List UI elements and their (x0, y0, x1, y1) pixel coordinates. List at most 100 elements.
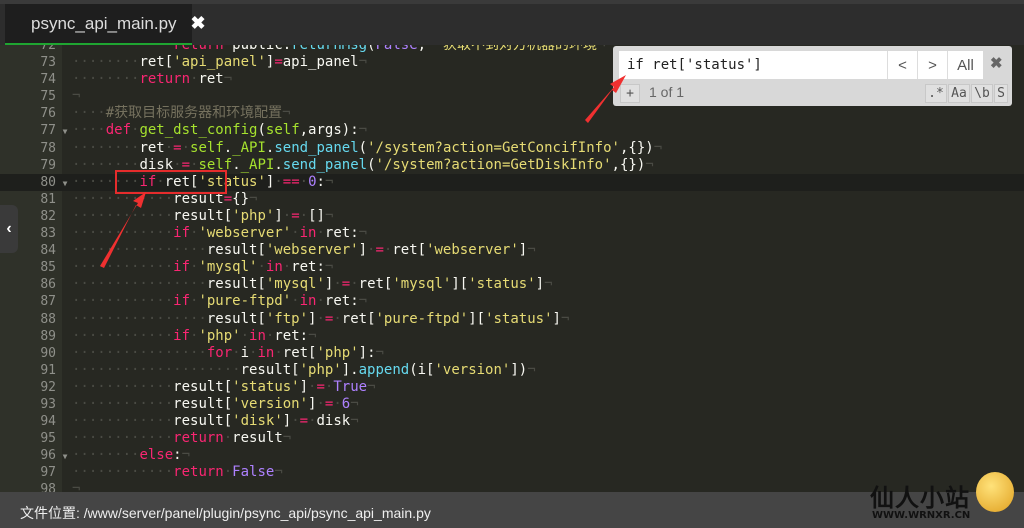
close-tab-icon[interactable]: ✖ (191, 13, 206, 34)
code-token: ]· (308, 311, 325, 327)
token-text: get_dst_config (139, 122, 258, 139)
token-text: 6 (341, 395, 351, 412)
code-token: 'disk' (232, 413, 283, 429)
code-token: result[ (241, 362, 300, 378)
indent-guide: ················ (72, 242, 207, 259)
indent-guide: ············ (72, 395, 174, 412)
code-token: ]· (300, 379, 317, 395)
eol-marker: ¬ (72, 88, 81, 105)
indent-guide: ········ (72, 139, 140, 156)
code-token: 'status' (485, 311, 552, 327)
code-token: ][ (468, 311, 485, 327)
space-marker: · (274, 173, 283, 190)
code-token: = (173, 140, 181, 156)
space-marker: · (181, 139, 191, 156)
search-input[interactable] (619, 51, 887, 79)
token-text: api_panel (282, 54, 359, 71)
code-token: · (182, 140, 190, 156)
token-text: 'version' (434, 361, 511, 378)
line-number: 77 (40, 123, 56, 139)
token-text: '/system?action=GetDiskInfo' (375, 156, 612, 173)
line-number: 80 (40, 174, 56, 190)
space-marker: · (299, 207, 309, 224)
search-selection-toggle[interactable]: S (994, 84, 1008, 103)
code-token: False (232, 464, 274, 480)
eol-marker: ¬ (367, 378, 376, 395)
line-number: 74 (40, 72, 56, 88)
code-token: ·ret: (266, 328, 308, 344)
space-marker: · (164, 139, 174, 156)
token-text: append (358, 361, 410, 378)
code-token: result[ (173, 413, 232, 429)
code-token: ret[ (139, 54, 173, 70)
code-line: 84 ················result['webserver']·=·… (0, 242, 1024, 259)
space-marker: · (316, 395, 325, 412)
token-text: result[ (173, 395, 233, 412)
token-text: : (173, 447, 182, 464)
token-text: False (232, 464, 275, 481)
toggle-replace-button[interactable]: + (620, 84, 640, 103)
tab-psync-api-main[interactable]: psync_api_main.py ✖ (5, 4, 206, 45)
token-text: ret (139, 139, 165, 156)
code-token: ]· (308, 396, 325, 412)
token-text: _API (240, 156, 275, 173)
code-line: 93 ············result['version']·=·6¬ (0, 396, 1024, 413)
code-token: ,args): (300, 122, 359, 138)
code-token: return (139, 71, 190, 87)
case-sensitive-toggle[interactable]: Aa (948, 84, 970, 103)
token-text: _API (232, 139, 266, 156)
highlight-box (115, 170, 227, 194)
find-prev-button[interactable]: < (887, 51, 917, 79)
code-token: ·ret[ (274, 345, 316, 361)
find-all-button[interactable]: All (947, 51, 983, 79)
token-text: if (173, 259, 191, 276)
eol-marker: ¬ (249, 190, 258, 207)
code-token: {} (232, 191, 249, 207)
space-marker: · (316, 293, 325, 310)
token-text: in (257, 344, 275, 361)
match-count: 1 of 1 (649, 84, 685, 100)
code-token: send_panel (274, 140, 358, 156)
indent-guide: ········ (72, 54, 140, 71)
watermark-logo: 仙人小站 WWW.WRNXR.CN (870, 470, 1020, 528)
code-token: if (173, 293, 190, 309)
code-line: 88 ················result['ftp']·=·ret['p… (0, 311, 1024, 328)
code-token: in (300, 293, 317, 309)
token-text: (i[ (409, 361, 435, 378)
token-text: ,{}) (619, 139, 654, 156)
indent-guide: ············ (72, 293, 174, 310)
space-marker: · (316, 225, 325, 242)
line-number: 86 (40, 277, 56, 293)
file-path: 文件位置: /www/server/panel/plugin/psync_api… (20, 505, 431, 521)
code-token: in (266, 259, 283, 275)
code-token: ·ret[ (350, 276, 392, 292)
token-text: 'mysql' (265, 276, 325, 293)
code-token: ]· (266, 174, 283, 190)
code-token: 'mysql' (198, 259, 257, 275)
sidebar-toggle-button[interactable]: ‹ (0, 205, 18, 253)
code-editor[interactable]: 72 ············return·public.returnMsg(Fa… (0, 37, 1024, 499)
code-token: ]) (510, 362, 527, 378)
code-line: 95 ············return·result¬ (0, 430, 1024, 447)
whole-word-toggle[interactable]: \b (971, 84, 993, 103)
code-token: result[ (173, 379, 232, 395)
code-line: 83 ············if·'webserver'·in·ret:¬ (0, 225, 1024, 242)
code-token: = (342, 276, 350, 292)
token-text: ( (367, 156, 376, 173)
logo-name: 仙人小站 (870, 484, 970, 512)
code-token: ]· (283, 413, 300, 429)
close-find-icon[interactable]: ✖ (990, 54, 1003, 72)
token-text: 'pure-ftpd' (375, 310, 469, 327)
line-number: 89 (40, 328, 56, 344)
code-token: ]· (325, 276, 342, 292)
regex-toggle[interactable]: .* (925, 84, 947, 103)
token-text: 'mysql' (198, 259, 258, 276)
token-text: ][ (468, 310, 486, 327)
token-text: ] (518, 242, 528, 259)
code-token: 'php' (316, 345, 358, 361)
find-next-button[interactable]: > (917, 51, 947, 79)
space-marker: · (333, 395, 342, 412)
token-text: 'version' (232, 395, 309, 412)
code-token: . (274, 157, 282, 173)
code-token: ·ret[ (384, 242, 426, 258)
